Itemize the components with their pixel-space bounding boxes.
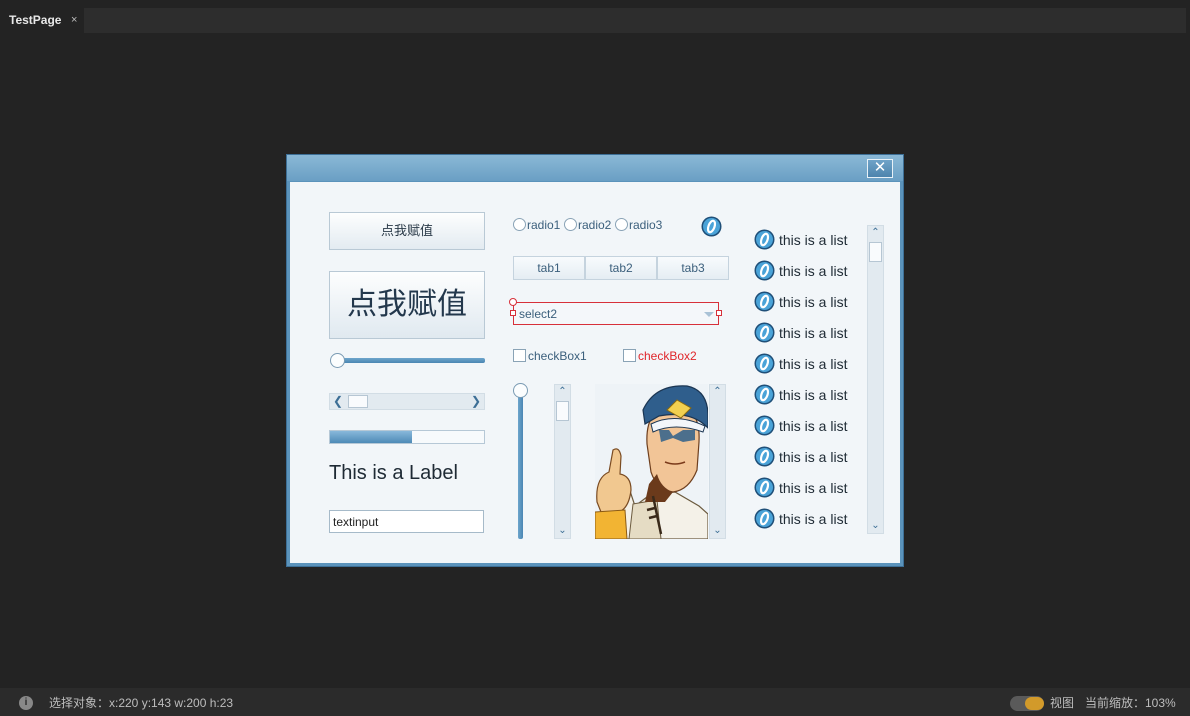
- ring-badge-icon: [754, 229, 775, 250]
- dialog-titlebar[interactable]: ✕: [287, 155, 903, 181]
- ring-badge-icon: [754, 260, 775, 281]
- ring-badge-icon: [754, 384, 775, 405]
- radio-label: radio2: [578, 218, 612, 232]
- select-value: select2: [519, 307, 558, 321]
- ring-badge-icon[interactable]: [701, 216, 722, 237]
- radio-label: radio3: [629, 218, 663, 232]
- horizontal-slider-thumb[interactable]: [330, 353, 345, 368]
- scroll-down-icon[interactable]: ⌄: [868, 519, 883, 533]
- checkbox-box-icon: [623, 349, 636, 362]
- list-item-label: this is a list: [779, 232, 848, 248]
- tab-testpage[interactable]: TestPage ×: [4, 8, 84, 33]
- demo-label: This is a Label: [329, 462, 458, 484]
- tab-close-icon[interactable]: ×: [71, 8, 77, 32]
- list-item-label: this is a list: [779, 480, 848, 496]
- tab-2[interactable]: tab2: [585, 256, 657, 280]
- radio-circle-icon: [615, 218, 628, 231]
- list-item[interactable]: this is a list: [754, 291, 847, 319]
- horizontal-slider-track[interactable]: [337, 358, 485, 363]
- horizontal-scroll-thumb[interactable]: [348, 395, 368, 408]
- progress-fill: [330, 431, 412, 443]
- list-item[interactable]: this is a list: [754, 353, 847, 381]
- ring-badge-icon: [754, 446, 775, 467]
- status-bar: i 选择对象：x:220 y:143 w:200 h:23 视图 当前缩放：10…: [0, 688, 1190, 716]
- list-scroll-thumb[interactable]: [869, 242, 882, 262]
- radio-2[interactable]: radio2: [564, 218, 611, 232]
- radio-circle-icon: [513, 218, 526, 231]
- radio-3[interactable]: radio3: [615, 218, 662, 232]
- list-item-label: this is a list: [779, 356, 848, 372]
- ring-badge-icon: [754, 477, 775, 498]
- list-item-label: this is a list: [779, 263, 848, 279]
- editor-app: TestPage × ✕ 点我赋值 点我赋值 ❮ ❯ This is a Lab…: [0, 0, 1190, 716]
- horizontal-scrollbar[interactable]: ❮ ❯: [329, 393, 485, 410]
- scroll-down-icon[interactable]: ⌄: [555, 524, 570, 538]
- scroll-up-icon[interactable]: ⌃: [555, 385, 570, 399]
- checkbox-label: checkBox1: [528, 349, 587, 363]
- select-dropdown[interactable]: select2: [513, 302, 719, 325]
- list-item[interactable]: this is a list: [754, 415, 847, 443]
- list-item[interactable]: this is a list: [754, 384, 847, 412]
- list-item-label: this is a list: [779, 387, 848, 403]
- zoom-readout: 当前缩放：103%: [1085, 696, 1176, 710]
- scroll-left-icon[interactable]: ❮: [330, 394, 346, 409]
- radio-1[interactable]: radio1: [513, 218, 560, 232]
- ring-badge-icon: [754, 291, 775, 312]
- toggle-knob: [1025, 697, 1044, 710]
- tab-bar: tab1 tab2 tab3: [513, 256, 729, 280]
- vertical-scroll-thumb[interactable]: [556, 401, 569, 421]
- scroll-up-icon[interactable]: ⌃: [868, 226, 883, 240]
- resize-handle-left[interactable]: [510, 310, 516, 316]
- rotate-handle[interactable]: [509, 298, 517, 306]
- list-item[interactable]: this is a list: [754, 446, 847, 474]
- list-vertical-scrollbar[interactable]: ⌃ ⌄: [867, 225, 884, 534]
- checkbox-label: checkBox2: [638, 349, 697, 363]
- view-label: 视图: [1050, 696, 1075, 710]
- ring-badge-icon: [754, 415, 775, 436]
- image-vertical-scrollbar[interactable]: ⌃ ⌄: [709, 384, 726, 539]
- list-item-label: this is a list: [779, 511, 848, 527]
- scroll-down-icon[interactable]: ⌄: [710, 524, 725, 538]
- ring-badge-icon: [754, 322, 775, 343]
- list-item[interactable]: this is a list: [754, 477, 847, 505]
- list-item-label: this is a list: [779, 294, 848, 310]
- test-dialog: ✕ 点我赋值 点我赋值 ❮ ❯ This is a Label radio1: [286, 154, 904, 567]
- vertical-slider-track[interactable]: [518, 389, 523, 539]
- tab-1[interactable]: tab1: [513, 256, 585, 280]
- radio-circle-icon: [564, 218, 577, 231]
- progress-bar: [329, 430, 485, 444]
- dialog-close-button[interactable]: ✕: [867, 159, 893, 178]
- checkbox-2[interactable]: checkBox2: [623, 349, 697, 363]
- selection-readout: 选择对象：x:220 y:143 w:200 h:23: [49, 696, 234, 710]
- list-item[interactable]: this is a list: [754, 260, 847, 288]
- view-toggle[interactable]: [1010, 696, 1044, 711]
- list-item-label: this is a list: [779, 418, 848, 434]
- assign-button-small[interactable]: 点我赋值: [329, 212, 485, 250]
- character-image: [595, 384, 708, 539]
- text-input[interactable]: [329, 510, 484, 533]
- ring-badge-icon: [754, 353, 775, 374]
- chevron-down-icon: [704, 312, 714, 317]
- list-item[interactable]: this is a list: [754, 508, 847, 536]
- vertical-scrollbar[interactable]: ⌃ ⌄: [554, 384, 571, 539]
- tab-title: TestPage: [9, 13, 62, 27]
- dialog-body: 点我赋值 点我赋值 ❮ ❯ This is a Label radio1 rad…: [290, 182, 900, 563]
- assign-button-large[interactable]: 点我赋值: [329, 271, 485, 339]
- scroll-right-icon[interactable]: ❯: [468, 394, 484, 409]
- list-item[interactable]: this is a list: [754, 229, 847, 257]
- scroll-up-icon[interactable]: ⌃: [710, 385, 725, 399]
- list-item-label: this is a list: [779, 449, 848, 465]
- radio-label: radio1: [527, 218, 561, 232]
- checkbox-1[interactable]: checkBox1: [513, 349, 587, 363]
- document-tabbar: TestPage ×: [4, 8, 1186, 33]
- info-icon: i: [19, 696, 33, 710]
- checkbox-box-icon: [513, 349, 526, 362]
- list-item-label: this is a list: [779, 325, 848, 341]
- ring-badge-icon: [754, 508, 775, 529]
- tab-3[interactable]: tab3: [657, 256, 729, 280]
- vertical-slider-thumb[interactable]: [513, 383, 528, 398]
- list-item[interactable]: this is a list: [754, 322, 847, 350]
- resize-handle-right[interactable]: [716, 310, 722, 316]
